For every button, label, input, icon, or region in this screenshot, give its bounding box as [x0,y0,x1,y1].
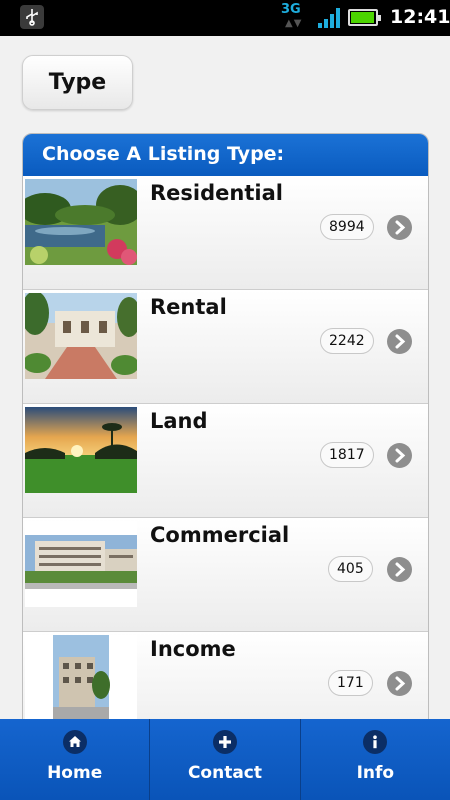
count-badge: 405 [328,556,373,582]
land-thumbnail [25,407,137,493]
list-item-title: Commercial [150,523,290,547]
list-item-residential[interactable]: Residential 8994 [23,176,428,290]
list-item-land[interactable]: Land 1817 [23,404,428,518]
count-badge: 1817 [320,442,374,468]
chevron-right-icon[interactable] [387,557,412,582]
info-icon [363,730,388,754]
rental-thumbnail [25,293,137,379]
list-item-rental[interactable]: Rental 2242 [23,290,428,404]
listing-type-list: Choose A Listing Type: Residential 8994 [22,133,429,723]
list-item-title: Rental [150,295,227,319]
list-header: Choose A Listing Type: [23,134,428,176]
nav-contact[interactable]: Contact [150,719,301,800]
count-badge: 2242 [320,328,374,354]
list-item-income[interactable]: Income 171 [23,632,428,722]
clock: 12:41 [390,6,450,28]
nav-info[interactable]: Info [301,719,450,800]
chevron-right-icon[interactable] [387,671,412,696]
data-activity-icon: ▲▼ [285,18,303,29]
nav-contact-label: Contact [187,763,263,783]
plus-icon [212,730,237,754]
battery-level [351,12,374,23]
battery-icon [348,9,381,26]
list-item-title: Residential [150,181,283,205]
signal-icon [318,8,340,28]
nav-home[interactable]: Home [0,719,151,800]
home-icon [62,730,87,754]
chevron-right-icon[interactable] [387,443,412,468]
residential-thumbnail [25,179,137,265]
nav-info-label: Info [356,763,395,783]
commercial-thumbnail [25,521,137,607]
count-badge: 171 [328,670,373,696]
usb-icon [20,5,44,29]
nav-home-label: Home [47,763,103,783]
status-bar: 3G ▲▼ 12:41 [0,0,450,36]
chevron-right-icon[interactable] [387,215,412,240]
type-button[interactable]: Type [22,55,133,110]
list-item-title: Land [150,409,208,433]
list-item-commercial[interactable]: Commercial 405 [23,518,428,632]
count-badge: 8994 [320,214,374,240]
bottom-nav: Home Contact Info [0,719,450,800]
chevron-right-icon[interactable] [387,329,412,354]
network-type: 3G [281,2,301,17]
income-thumbnail [25,635,137,721]
list-item-title: Income [150,637,236,661]
